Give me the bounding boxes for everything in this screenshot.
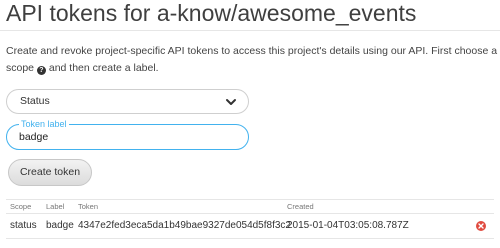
col-header-created: Created (287, 202, 314, 211)
col-header-scope: Scope (10, 202, 32, 211)
remove-circle-icon[interactable] (476, 221, 486, 231)
cell-token: 4347e2fed3eca5da1b49bae9327de054d5f8f3c2 (78, 220, 291, 231)
cell-created: 2015-01-04T03:05:08.787Z (287, 220, 409, 231)
description-text-after: and then create a label. (45, 62, 159, 74)
page: API tokens for a-know/awesome_events Cre… (0, 0, 500, 248)
col-header-label: Label (46, 202, 65, 211)
scope-select-value: Status (20, 95, 50, 107)
create-token-button[interactable]: Create token (8, 159, 92, 186)
token-label-input[interactable] (19, 129, 239, 145)
cell-scope: status (10, 220, 37, 231)
scope-select[interactable]: Status (6, 89, 249, 114)
description: Create and revoke project-specific API t… (6, 43, 498, 77)
token-label-field: Token label (6, 118, 249, 150)
title-divider (0, 30, 500, 31)
page-title: API tokens for a-know/awesome_events (6, 0, 417, 26)
tokens-table: Scope Label Token Created status badge 4… (6, 199, 494, 239)
header-divider (6, 213, 494, 214)
cell-label: badge (46, 220, 74, 231)
col-header-token: Token (78, 202, 99, 211)
question-circle-icon[interactable]: ? (36, 66, 46, 75)
chevron-down-icon (226, 99, 236, 105)
